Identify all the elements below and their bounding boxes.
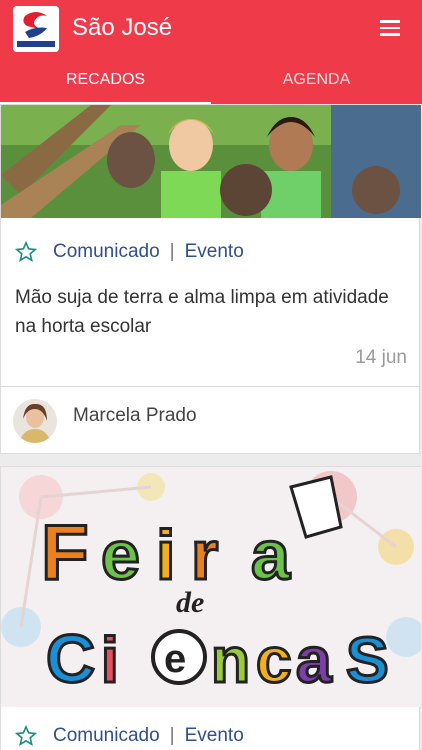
tag-separator: |: [169, 241, 175, 262]
svg-text:a: a: [251, 516, 291, 594]
post-card[interactable]: Comunicado | Evento Mão suja de terra e …: [0, 104, 421, 454]
school-logo: [13, 6, 59, 52]
svg-text:e: e: [164, 637, 186, 681]
tag-comunicado[interactable]: Comunicado: [53, 725, 160, 747]
post-date: 14 jun: [355, 347, 407, 368]
post-tags: Comunicado | Evento: [15, 241, 244, 263]
svg-text:F: F: [41, 508, 89, 596]
tab-bar: RECADOS AGENDA: [0, 58, 422, 106]
card-divider: [1, 386, 421, 387]
app-bar: São José RECADOS AGENDA: [0, 0, 422, 106]
author-avatar: [13, 399, 57, 443]
post-title[interactable]: Mão suja de terra e alma limpa em ativid…: [15, 283, 415, 341]
svg-text:n: n: [211, 624, 250, 696]
svg-text:de: de: [176, 586, 204, 619]
tag-comunicado[interactable]: Comunicado: [53, 241, 160, 263]
post-image-feira-de-ciencias[interactable]: F e i r a de C i e n c a S: [1, 467, 421, 707]
tab-agenda[interactable]: AGENDA: [211, 58, 422, 104]
svg-text:a: a: [296, 624, 332, 696]
svg-text:c: c: [256, 624, 292, 696]
tag-evento[interactable]: Evento: [185, 241, 244, 263]
menu-icon[interactable]: [380, 20, 400, 36]
post-author: Marcela Prado: [73, 405, 197, 426]
svg-text:i: i: [101, 624, 119, 696]
svg-text:e: e: [101, 516, 140, 594]
svg-text:i: i: [156, 516, 175, 594]
tag-evento[interactable]: Evento: [185, 725, 244, 747]
post-tags: Comunicado | Evento: [15, 725, 244, 747]
post-card[interactable]: F e i r a de C i e n c a S Comunicado | …: [0, 466, 421, 750]
tab-recados[interactable]: RECADOS: [0, 58, 211, 106]
app-title: São José: [72, 14, 173, 41]
tag-separator: |: [169, 725, 175, 746]
post-image-garden-kids[interactable]: [1, 105, 421, 218]
svg-text:S: S: [346, 624, 389, 696]
star-icon[interactable]: [15, 241, 37, 263]
svg-text:r: r: [191, 516, 218, 594]
star-icon[interactable]: [15, 725, 37, 747]
svg-text:C: C: [46, 621, 95, 697]
